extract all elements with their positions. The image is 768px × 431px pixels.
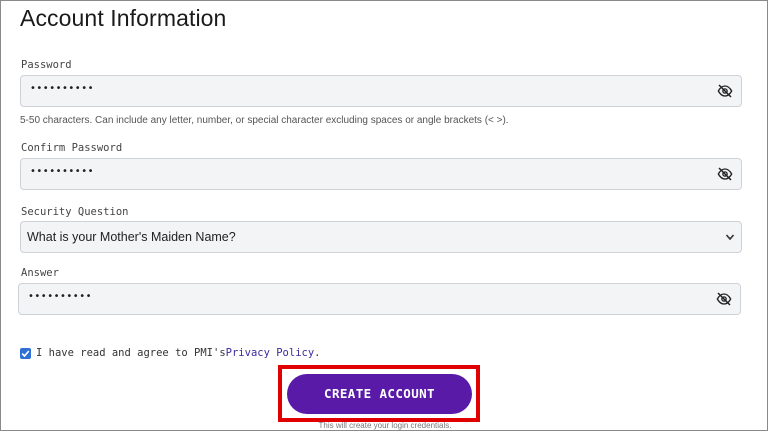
password-input[interactable]: ••••••••••: [20, 75, 742, 107]
confirm-password-label: Confirm Password: [21, 142, 123, 154]
page-title: Account Information: [20, 5, 227, 31]
password-label: Password: [21, 59, 72, 71]
eye-slash-icon[interactable]: [716, 291, 732, 307]
checkmark-icon: [21, 349, 30, 357]
account-form-panel: Account Information Password •••••••••• …: [0, 0, 768, 431]
password-helper-text: 5-50 characters. Can include any letter,…: [20, 115, 509, 126]
privacy-policy-link[interactable]: Privacy Policy: [226, 347, 315, 359]
answer-label: Answer: [21, 267, 59, 279]
confirm-password-value: ••••••••••: [30, 166, 94, 177]
security-question-value: What is your Mother's Maiden Name?: [27, 230, 236, 244]
password-value: ••••••••••: [30, 83, 94, 94]
answer-input[interactable]: ••••••••••: [18, 283, 741, 315]
create-account-button[interactable]: CREATE ACCOUNT: [287, 374, 472, 414]
security-question-select[interactable]: What is your Mother's Maiden Name?: [20, 221, 742, 253]
confirm-password-input[interactable]: ••••••••••: [20, 158, 742, 190]
eye-slash-icon[interactable]: [717, 83, 733, 99]
create-account-fine-print: This will create your login credentials.: [318, 421, 452, 430]
security-question-label: Security Question: [21, 206, 129, 218]
privacy-agreement-checkbox[interactable]: [20, 347, 31, 359]
chevron-down-icon: [725, 234, 735, 241]
privacy-agreement-text: I have read and agree to PMI's: [36, 347, 226, 359]
eye-slash-icon[interactable]: [717, 166, 733, 182]
privacy-agreement-row: I have read and agree to PMI's Privacy P…: [20, 346, 321, 360]
privacy-agreement-suffix: .: [314, 347, 321, 359]
answer-value: ••••••••••: [28, 291, 92, 302]
